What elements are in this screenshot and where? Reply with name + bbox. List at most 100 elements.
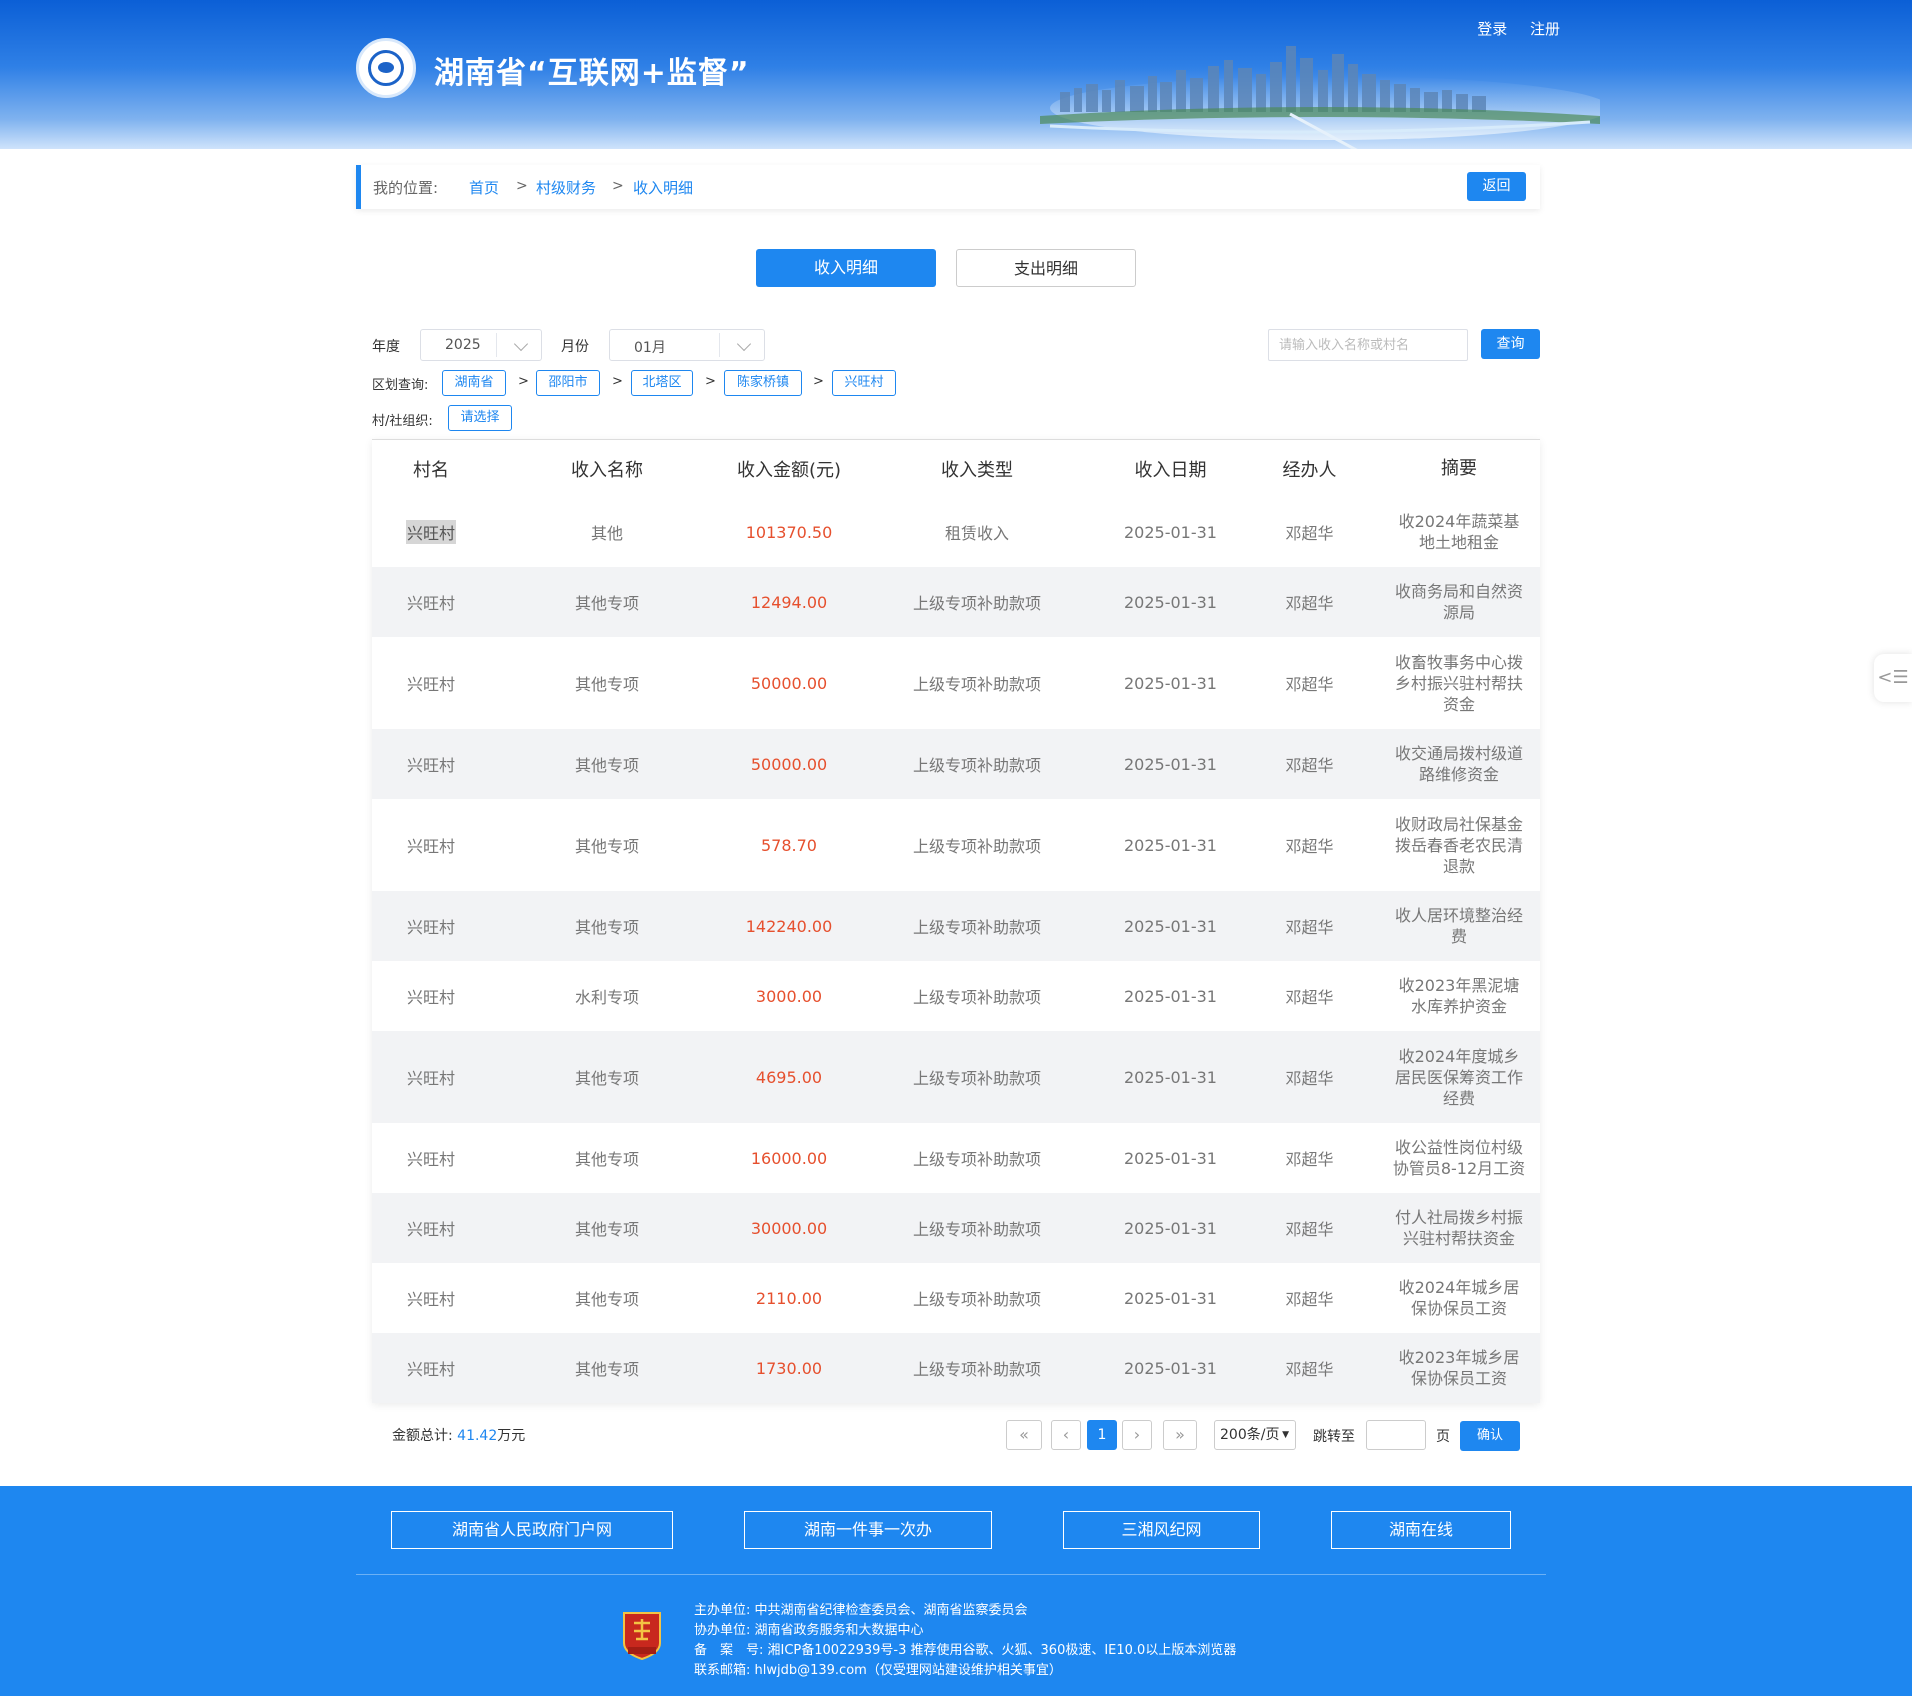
table-row[interactable]: 兴旺村 其他专项 578.70 上级专项补助款项 2025-01-31 邓超华 收财政局社保… [372,799,1540,891]
region-chip-city[interactable]: 邵阳市 [536,370,600,396]
breadcrumb: 我的位置: 首页 > 村级财务 > 收入明细 返回 [356,165,1540,209]
village-cell-text: 兴旺村 [406,837,455,856]
summary-cell: 收商务局和自然资源局 [1378,567,1540,637]
region-chip-town[interactable]: 陈家桥镇 [724,370,802,396]
footer-link-gov-portal[interactable]: 湖南省人民政府门户网 [391,1511,673,1549]
site-logo[interactable] [356,38,416,98]
top-links: 登录 注册 [1459,18,1560,39]
village-cell-text: 兴旺村 [405,520,456,544]
table-row[interactable]: 兴旺村 其他专项 50000.00 上级专项补助款项 2025-01-31 邓超华 收交通局… [372,729,1540,799]
table-row[interactable]: 兴旺村 其他专项 142240.00 上级专项补助款项 2025-01-31 邓超华 收人居… [372,891,1540,961]
table-row[interactable]: 兴旺村 其他专项 12494.00 上级专项补助款项 2025-01-31 邓超华 收商务局… [372,567,1540,637]
footer-link-one-thing[interactable]: 湖南一件事一次办 [744,1511,992,1549]
handler-cell-text: 邓超华 [1285,594,1334,613]
village-cell: 兴旺村 [372,1333,490,1403]
breadcrumb-village-finance[interactable]: 村级财务 [536,177,596,198]
region-separator: > [612,374,623,389]
village-cell: 兴旺村 [372,891,490,961]
region-separator: > [705,374,716,389]
next-page-button[interactable]: › [1122,1420,1152,1450]
summary-cell: 收财政局社保基金拨岳春香老农民清退款 [1378,799,1540,891]
jump-page-input[interactable] [1366,1420,1426,1450]
table-row[interactable]: 兴旺村 其他专项 2110.00 上级专项补助款项 2025-01-31 邓超华 收2024… [372,1263,1540,1333]
handler-cell-text: 邓超华 [1285,1290,1334,1309]
first-page-button[interactable]: « [1006,1420,1042,1450]
summary-cell: 收2023年黑泥塘水库养护资金 [1378,961,1540,1031]
page-size-select[interactable]: 200条/页 ▼ [1214,1420,1296,1450]
party-gov-badge-icon[interactable] [620,1609,664,1661]
side-menu-toggle-icon[interactable]: <☰ [1874,654,1912,702]
handler-cell-text: 邓超华 [1285,918,1334,937]
summary-cell-text: 收财政局社保基金拨岳春香老农民清退款 [1394,814,1523,876]
query-button[interactable]: 查询 [1481,329,1540,359]
handler-cell: 邓超华 [1241,497,1378,567]
table-row[interactable]: 兴旺村 水利专项 3000.00 上级专项补助款项 2025-01-31 邓超华 收2023… [372,961,1540,1031]
col-summary: 摘要 [1441,458,1477,479]
table-row[interactable]: 兴旺村 其他专项 30000.00 上级专项补助款项 2025-01-31 邓超华 付人社局… [372,1193,1540,1263]
page-1-button[interactable]: 1 [1087,1420,1117,1450]
breadcrumb-home[interactable]: 首页 [469,177,499,198]
income-date-cell: 2025-01-31 [1100,1333,1241,1403]
amount-cell: 3000.00 [724,961,854,1031]
amount-cell-text: 3000.00 [755,986,823,1006]
region-chip-village[interactable]: 兴旺村 [832,370,896,396]
income-name-cell: 其他专项 [490,1193,724,1263]
income-date-cell-text: 2025-01-31 [1124,835,1217,855]
amount-cell: 50000.00 [724,729,854,799]
handler-cell-text: 邓超华 [1285,524,1334,543]
table-row[interactable]: 兴旺村 其他专项 50000.00 上级专项补助款项 2025-01-31 邓超华 收畜牧事… [372,637,1540,729]
select-divider [719,333,720,357]
income-name-cell: 水利专项 [490,961,724,1031]
village-cell-text: 兴旺村 [406,1220,455,1239]
chevron-down-icon [513,336,529,352]
income-date-cell-text: 2025-01-31 [1124,673,1217,693]
breadcrumb-income-detail[interactable]: 收入明细 [633,177,693,198]
org-label: 村/社组织: [372,414,433,429]
login-link[interactable]: 登录 [1477,20,1507,38]
income-name-cell-text: 其他专项 [574,594,639,613]
year-select[interactable]: 2025 [420,329,542,361]
register-link[interactable]: 注册 [1530,20,1560,38]
amount-cell: 12494.00 [724,567,854,637]
amount-cell: 101370.50 [724,497,854,567]
income-type-cell-text: 上级专项补助款项 [912,1220,1041,1239]
region-chip-province[interactable]: 湖南省 [442,370,506,396]
back-button[interactable]: 返回 [1467,172,1526,201]
city-skyline-image [1040,46,1600,149]
summary-cell-text: 收人居环境整治经费 [1394,906,1523,946]
region-chip-district[interactable]: 北塔区 [631,370,693,396]
income-date-cell-text: 2025-01-31 [1124,592,1217,612]
handler-cell: 邓超华 [1241,1263,1378,1333]
last-page-button[interactable]: » [1163,1420,1197,1450]
table-row[interactable]: 兴旺村 其他专项 1730.00 上级专项补助款项 2025-01-31 邓超华 收2023… [372,1333,1540,1403]
org-select[interactable]: 请选择 [448,405,512,431]
footer-link-hunan-online[interactable]: 湖南在线 [1331,1511,1511,1549]
village-cell: 兴旺村 [372,567,490,637]
income-name-cell-text: 其他专项 [574,675,639,694]
village-cell: 兴旺村 [372,799,490,891]
confirm-jump-button[interactable]: 确认 [1460,1421,1520,1451]
income-name-cell-text: 其他专项 [574,837,639,856]
footer-divider [356,1574,1546,1575]
income-name-cell-text: 其他专项 [574,1220,639,1239]
income-type-cell-text: 上级专项补助款项 [912,988,1041,1007]
footer-host: 主办单位: 中共湖南省纪律检查委员会、湖南省监察委员会 [694,1603,1028,1618]
prev-page-button[interactable]: ‹ [1051,1420,1081,1450]
income-name-cell-text: 其他专项 [574,1290,639,1309]
table-row[interactable]: 兴旺村 其他 101370.50 租赁收入 2025-01-31 邓超华 收2024年蔬菜基… [372,497,1540,567]
total-unit: 万元 [497,1428,526,1444]
summary-cell: 收公益性岗位村级协管员8-12月工资 [1378,1123,1540,1193]
tab-income-detail[interactable]: 收入明细 [756,249,936,287]
tab-expense-detail[interactable]: 支出明细 [956,249,1136,287]
footer-link-sanxiang[interactable]: 三湘风纪网 [1063,1511,1260,1549]
summary-cell-text: 付人社局拨乡村振兴驻村帮扶资金 [1394,1208,1523,1248]
table-row[interactable]: 兴旺村 其他专项 16000.00 上级专项补助款项 2025-01-31 邓超华 收公益性… [372,1123,1540,1193]
month-select[interactable]: 01月 [609,329,765,361]
table-row[interactable]: 兴旺村 其他专项 4695.00 上级专项补助款项 2025-01-31 邓超华 收2024… [372,1031,1540,1123]
handler-cell: 邓超华 [1241,1031,1378,1123]
summary-cell-text: 收商务局和自然资源局 [1394,582,1523,622]
village-cell: 兴旺村 [372,497,490,567]
total-label: 金额总计: [392,1428,453,1444]
search-input[interactable] [1268,329,1468,361]
handler-cell-text: 邓超华 [1285,1220,1334,1239]
